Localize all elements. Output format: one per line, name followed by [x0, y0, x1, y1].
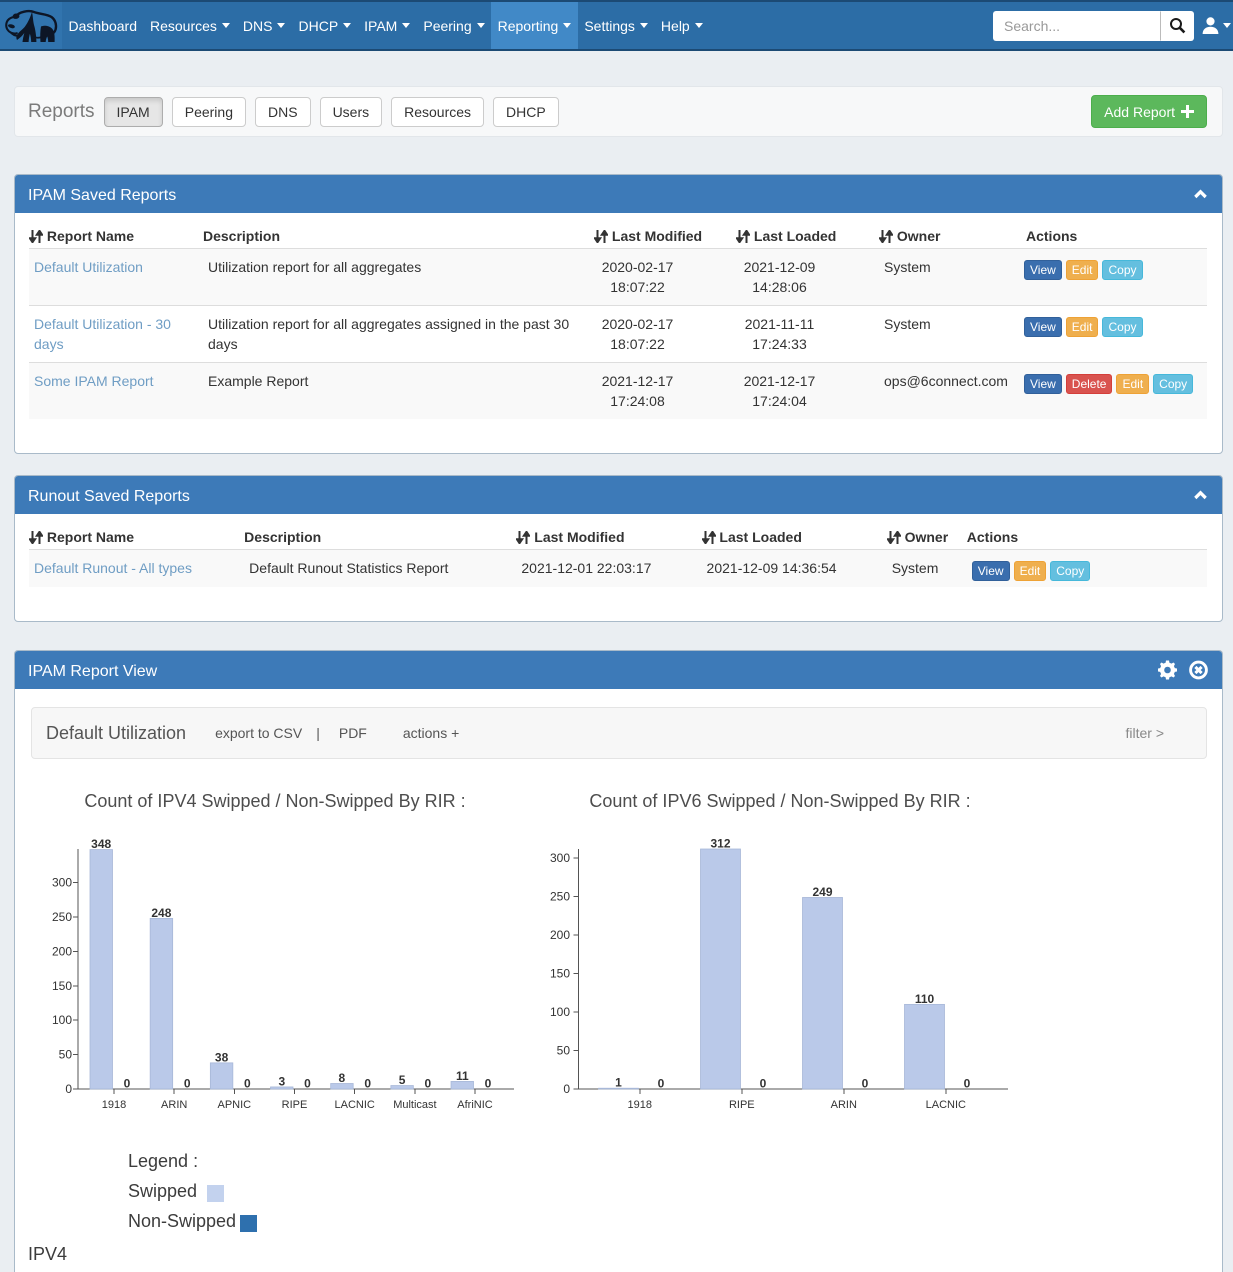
svg-text:348: 348: [91, 837, 111, 851]
svg-text:LACNIC: LACNIC: [926, 1099, 966, 1111]
svg-text:50: 50: [59, 1048, 73, 1062]
svg-text:0: 0: [658, 1077, 665, 1091]
svg-text:1918: 1918: [102, 1099, 126, 1111]
svg-text:300: 300: [550, 851, 570, 865]
svg-text:1918: 1918: [628, 1099, 652, 1111]
svg-text:200: 200: [550, 928, 570, 942]
svg-text:0: 0: [244, 1077, 251, 1091]
svg-text:248: 248: [151, 906, 171, 920]
svg-text:0: 0: [124, 1077, 131, 1091]
svg-text:3: 3: [278, 1074, 285, 1088]
svg-text:Count of IPV6 Swipped / Non-Sw: Count of IPV6 Swipped / Non-Swipped By R…: [589, 791, 970, 811]
svg-text:38: 38: [215, 1050, 229, 1064]
svg-text:0: 0: [563, 1082, 570, 1096]
svg-text:0: 0: [184, 1077, 191, 1091]
svg-text:0: 0: [65, 1082, 72, 1096]
svg-text:150: 150: [52, 979, 72, 993]
svg-text:150: 150: [550, 967, 570, 981]
svg-text:0: 0: [485, 1077, 492, 1091]
svg-text:RIPE: RIPE: [282, 1099, 308, 1111]
svg-text:ARIN: ARIN: [831, 1099, 857, 1111]
svg-text:0: 0: [760, 1077, 767, 1091]
svg-text:RIPE: RIPE: [729, 1099, 755, 1111]
svg-text:Multicast: Multicast: [393, 1099, 436, 1111]
svg-text:Count of IPV4 Swipped / Non-Sw: Count of IPV4 Swipped / Non-Swipped By R…: [84, 791, 465, 811]
svg-text:300: 300: [52, 876, 72, 890]
svg-text:APNIC: APNIC: [217, 1099, 251, 1111]
svg-text:0: 0: [425, 1077, 432, 1091]
svg-text:AfriNIC: AfriNIC: [457, 1099, 493, 1111]
svg-text:249: 249: [812, 885, 832, 899]
svg-text:110: 110: [915, 992, 935, 1006]
svg-text:0: 0: [862, 1077, 869, 1091]
svg-text:LACNIC: LACNIC: [335, 1099, 375, 1111]
svg-text:5: 5: [399, 1073, 406, 1087]
svg-text:250: 250: [52, 910, 72, 924]
svg-text:1: 1: [615, 1076, 622, 1090]
svg-text:100: 100: [550, 1005, 570, 1019]
svg-text:50: 50: [557, 1044, 571, 1058]
svg-text:0: 0: [364, 1077, 371, 1091]
svg-text:312: 312: [710, 837, 730, 851]
svg-text:200: 200: [52, 944, 72, 958]
svg-text:100: 100: [52, 1013, 72, 1027]
svg-text:250: 250: [550, 890, 570, 904]
svg-text:11: 11: [456, 1069, 469, 1083]
svg-text:0: 0: [964, 1077, 971, 1091]
svg-text:8: 8: [339, 1071, 346, 1085]
svg-text:ARIN: ARIN: [161, 1099, 187, 1111]
svg-text:0: 0: [304, 1077, 311, 1091]
